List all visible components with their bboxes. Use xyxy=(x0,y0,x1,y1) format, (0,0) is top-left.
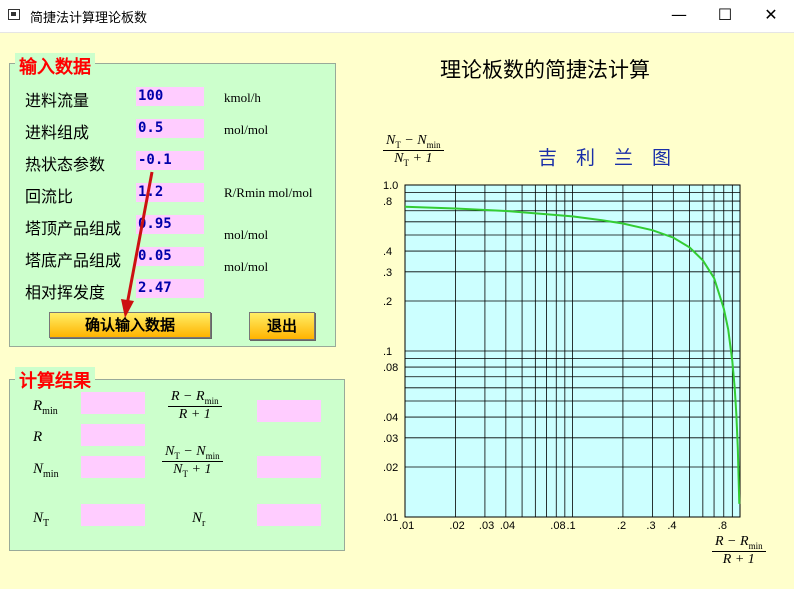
gilliland-chart: .01.02.03.04.08.1.2.3.4.81.0.8.4.3.2.1.0… xyxy=(383,180,741,532)
y-tick-label: .02 xyxy=(383,462,398,474)
y-tick-label: .08 xyxy=(383,362,398,374)
x-tick-label: .01 xyxy=(399,520,414,532)
x-tick-label: .3 xyxy=(646,520,655,532)
y-tick-label: 1.0 xyxy=(383,180,398,192)
x-tick-label: .03 xyxy=(479,520,494,532)
y-tick-label: .4 xyxy=(383,246,392,258)
y-tick-label: .3 xyxy=(383,267,392,279)
y-tick-label: .01 xyxy=(383,512,398,524)
x-tick-label: .1 xyxy=(567,520,576,532)
y-tick-label: .04 xyxy=(383,412,398,424)
x-tick-label: .4 xyxy=(667,520,676,532)
x-tick-label: .08 xyxy=(550,520,565,532)
y-tick-label: .8 xyxy=(383,196,392,208)
y-tick-label: .1 xyxy=(383,346,392,358)
y-tick-label: .03 xyxy=(383,433,398,445)
y-tick-label: .2 xyxy=(383,296,392,308)
x-tick-label: .04 xyxy=(500,520,515,532)
x-tick-label: .2 xyxy=(617,520,626,532)
x-tick-label: .02 xyxy=(449,520,464,532)
x-tick-label: .8 xyxy=(718,520,727,532)
